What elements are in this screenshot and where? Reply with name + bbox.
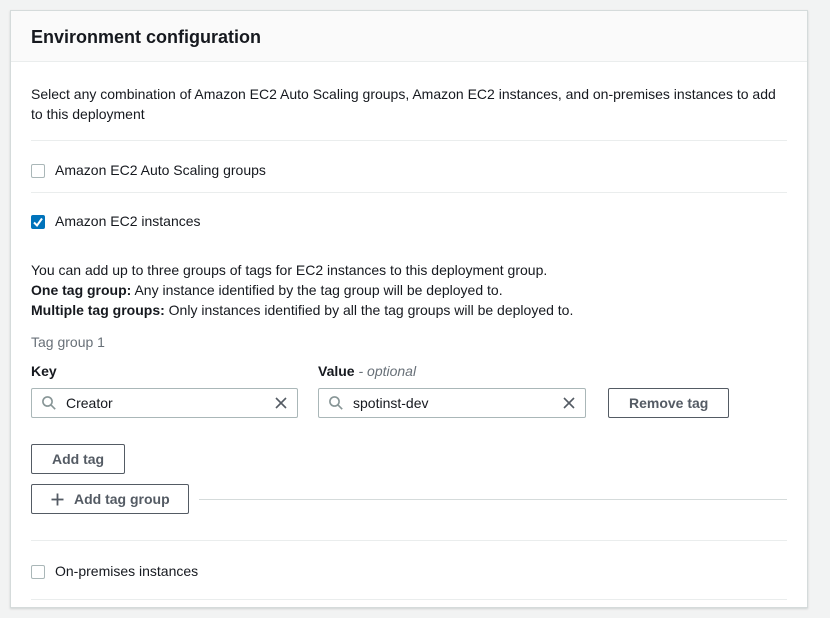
checkbox-ec2-instances[interactable]	[31, 215, 45, 229]
tag-groups-description: You can add up to three groups of tags f…	[31, 260, 787, 320]
panel-title: Environment configuration	[31, 26, 787, 48]
key-field: Key	[31, 363, 298, 418]
plus-icon	[50, 492, 65, 507]
value-field: Value - optional	[318, 363, 586, 418]
environment-configuration-panel: Environment configuration Select any com…	[10, 10, 808, 608]
tag-group-title: Tag group 1	[31, 333, 787, 351]
add-tag-group-row: Add tag group	[31, 484, 787, 514]
key-label: Key	[31, 363, 298, 380]
panel-header: Environment configuration	[11, 11, 807, 62]
checkmark-icon	[32, 216, 44, 228]
clear-value-icon[interactable]	[558, 392, 580, 414]
clear-key-icon[interactable]	[270, 392, 292, 414]
multiple-tag-groups-label: Multiple tag groups:	[31, 302, 165, 318]
value-input[interactable]	[318, 388, 586, 418]
add-tag-group-label: Add tag group	[74, 485, 170, 513]
checkbox-auto-scaling-groups[interactable]	[31, 164, 45, 178]
divider	[31, 540, 787, 541]
checkbox-on-premises[interactable]	[31, 565, 45, 579]
checkbox-on-premises-label: On-premises instances	[55, 563, 198, 580]
divider	[199, 499, 787, 500]
tags-intro-line: You can add up to three groups of tags f…	[31, 260, 787, 280]
value-input-wrap	[318, 388, 586, 418]
add-tag-button[interactable]: Add tag	[31, 444, 125, 474]
checkbox-row-auto-scaling-groups[interactable]: Amazon EC2 Auto Scaling groups	[31, 162, 266, 179]
value-label-text: Value	[318, 363, 355, 379]
checkbox-ec2-instances-label: Amazon EC2 instances	[55, 213, 201, 230]
tag-row: Key Value - optional	[31, 363, 787, 418]
one-tag-group-label: One tag group:	[31, 282, 131, 298]
multiple-tag-groups-line: Multiple tag groups: Only instances iden…	[31, 300, 787, 320]
add-tag-group-button[interactable]: Add tag group	[31, 484, 189, 514]
key-input-wrap	[31, 388, 298, 418]
value-label: Value - optional	[318, 363, 586, 380]
one-tag-group-line: One tag group: Any instance identified b…	[31, 280, 787, 300]
panel-description: Select any combination of Amazon EC2 Aut…	[31, 84, 787, 124]
divider	[31, 192, 787, 193]
checkbox-auto-scaling-groups-label: Amazon EC2 Auto Scaling groups	[55, 162, 266, 179]
divider	[31, 599, 787, 600]
checkbox-row-on-premises[interactable]: On-premises instances	[31, 563, 198, 580]
remove-tag-button[interactable]: Remove tag	[608, 388, 729, 418]
value-optional-suffix: - optional	[358, 363, 416, 379]
divider	[31, 140, 787, 141]
panel-body: Select any combination of Amazon EC2 Aut…	[11, 84, 807, 600]
multiple-tag-groups-text: Only instances identified by all the tag…	[169, 302, 574, 318]
one-tag-group-text: Any instance identified by the tag group…	[134, 282, 502, 298]
key-input[interactable]	[31, 388, 298, 418]
checkbox-row-ec2-instances[interactable]: Amazon EC2 instances	[31, 213, 201, 230]
